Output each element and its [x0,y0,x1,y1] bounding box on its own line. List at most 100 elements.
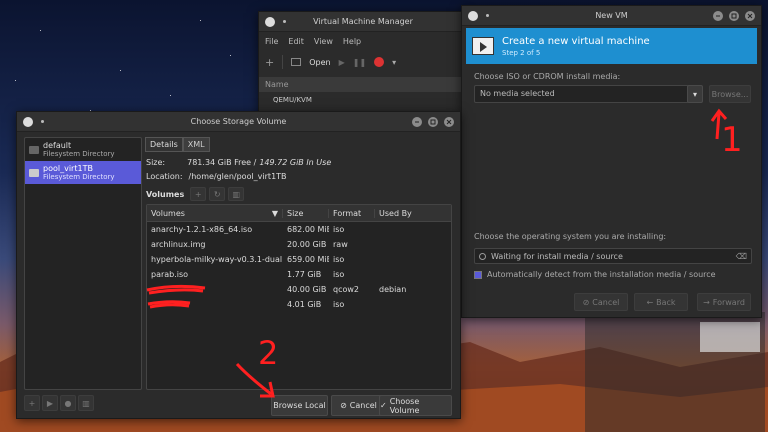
back-icon: ← [646,297,654,307]
chevron-down-icon[interactable]: ▾ [392,58,396,67]
location-label: Location: [146,172,183,181]
col-size[interactable]: Size [283,208,329,218]
vmm-title: Virtual Machine Manager [313,17,413,26]
col-format[interactable]: Format [329,208,375,218]
vmm-list-header: Name [259,77,467,92]
col-used-by[interactable]: Used By [375,209,451,218]
cell-size: 1.77 GiB [287,270,322,279]
storage-titlebar: Choose Storage Volume [17,112,460,132]
size-inuse: 149.72 GiB In Use [259,158,332,167]
vmm-list-row[interactable]: QEMU/KVM [259,92,467,108]
os-label: Choose the operating system you are inst… [474,232,667,241]
monitor-icon[interactable] [291,58,302,66]
size-free: 781.34 GiB Free / [187,158,257,167]
annotation-arrow-one [710,108,728,140]
cell-format: raw [333,240,348,249]
start-pool-button[interactable]: ▶ [42,395,58,411]
check-icon: ✓ [380,401,387,410]
media-input[interactable]: No media selected [474,85,689,103]
cancel-button[interactable]: ⊘ Cancel [331,395,386,416]
pool-item-default[interactable]: default Filesystem Directory [25,138,141,161]
vmm-titlebar: Virtual Machine Manager [259,12,467,32]
header-title: Create a new virtual machine [502,35,650,47]
open-button[interactable]: Open [309,58,330,67]
menu-help[interactable]: Help [343,37,361,46]
maximize-icon[interactable] [428,117,438,127]
pool-type: Filesystem Directory [43,173,115,181]
play-icon[interactable]: ▶ [339,58,345,67]
storage-icon [29,168,39,177]
forward-label: Forward [712,297,745,307]
choose-volume-button[interactable]: ✓ Choose Volume [379,395,452,416]
table-row[interactable]: parab.iso 1.77 GiB iso [147,267,451,282]
minimize-icon[interactable] [412,117,422,127]
menu-view[interactable]: View [314,37,333,46]
table-row[interactable]: hyperbola-milky-way-v0.3.1-dual.iso 659.0… [147,252,451,267]
cell-used-by: debian [379,285,407,294]
cell-size: 40.00 GiB [287,285,327,294]
cancel-button[interactable]: ⊘ Cancel [574,293,628,311]
location-value: /home/glen/pool_virt1TB [188,172,287,181]
cell-format: qcow2 [333,285,360,294]
cell-size: 659.00 MiB [287,255,329,264]
minimize-icon[interactable] [713,11,723,21]
pool-toolbar: + ▶ ● ▥ [24,395,94,411]
star [200,20,201,21]
cancel-icon: ⊘ [582,297,590,307]
size-label: Size: [146,158,166,167]
close-icon[interactable] [745,11,755,21]
os-search-field[interactable]: Waiting for install media / source ⌫ [474,248,752,264]
cell-format: iso [333,270,345,279]
new-vm-window: New VM Create a new virtual machine Step… [461,5,762,318]
menu-file[interactable]: File [265,37,278,46]
menu-edit[interactable]: Edit [288,37,304,46]
tab-details[interactable]: Details [145,137,183,152]
power-icon[interactable] [374,57,385,67]
table-header: Volumes ▼ Size Format Used By [147,205,451,222]
table-row[interactable]: anarchy-1.2.1-x86_64.iso 682.00 MiB iso [147,222,451,237]
pool-type: Filesystem Directory [43,150,115,158]
forward-button[interactable]: → Forward [697,293,751,311]
divider [282,55,284,69]
clear-icon[interactable]: ⌫ [736,252,747,261]
annotation-arrow-two [235,362,275,398]
cell-format: iso [333,300,345,309]
add-volume-button[interactable]: + [190,187,207,201]
tab-xml[interactable]: XML [182,137,210,152]
cell-volume: anarchy-1.2.1-x86_64.iso [151,225,253,234]
cancel-label: Cancel [349,401,377,410]
pool-name: pool_virt1TB [43,164,93,173]
browse-button[interactable]: Browse... [709,85,751,103]
tab-bar: Details XML [145,137,210,152]
size-row: Size: 781.34 GiB Free / 149.72 GiB In Us… [146,158,331,167]
volumes-label: Volumes [146,189,185,199]
close-icon[interactable] [444,117,454,127]
pool-item-pool-virt1tb[interactable]: pool_virt1TB Filesystem Directory [25,161,141,184]
add-pool-button[interactable]: + [24,395,40,411]
col-volumes-label: Volumes [151,208,185,218]
table-row[interactable]: archlinux.img 20.00 GiB raw [147,237,451,252]
pause-icon[interactable]: ❚❚ [353,58,366,67]
new-vm-icon[interactable]: + [265,56,274,69]
newvm-header: Create a new virtual machine Step 2 of 5 [466,28,757,64]
delete-volume-button[interactable]: ▥ [228,187,245,201]
maximize-icon[interactable] [729,11,739,21]
col-volumes[interactable]: Volumes ▼ [147,208,283,218]
star [170,95,171,96]
star [40,30,41,31]
star [15,80,16,81]
cell-volume: hyperbola-milky-way-v0.3.1-dual.iso [151,255,283,264]
stop-pool-button[interactable]: ● [60,395,76,411]
pool-name: default [43,141,72,150]
media-dropdown[interactable]: ▾ [687,85,703,103]
vmm-menubar: File Edit View Help [259,32,467,51]
back-label: Back [656,297,676,307]
media-label: Choose ISO or CDROM install media: [474,72,621,81]
delete-pool-button[interactable]: ▥ [78,395,94,411]
back-button[interactable]: ← Back [634,293,688,311]
refresh-icon[interactable]: ↻ [209,187,226,201]
cancel-label: Cancel [592,297,620,307]
auto-detect-label: Automatically detect from the installati… [487,270,716,279]
forward-icon: → [703,297,710,307]
auto-detect-checkbox[interactable] [474,270,482,279]
